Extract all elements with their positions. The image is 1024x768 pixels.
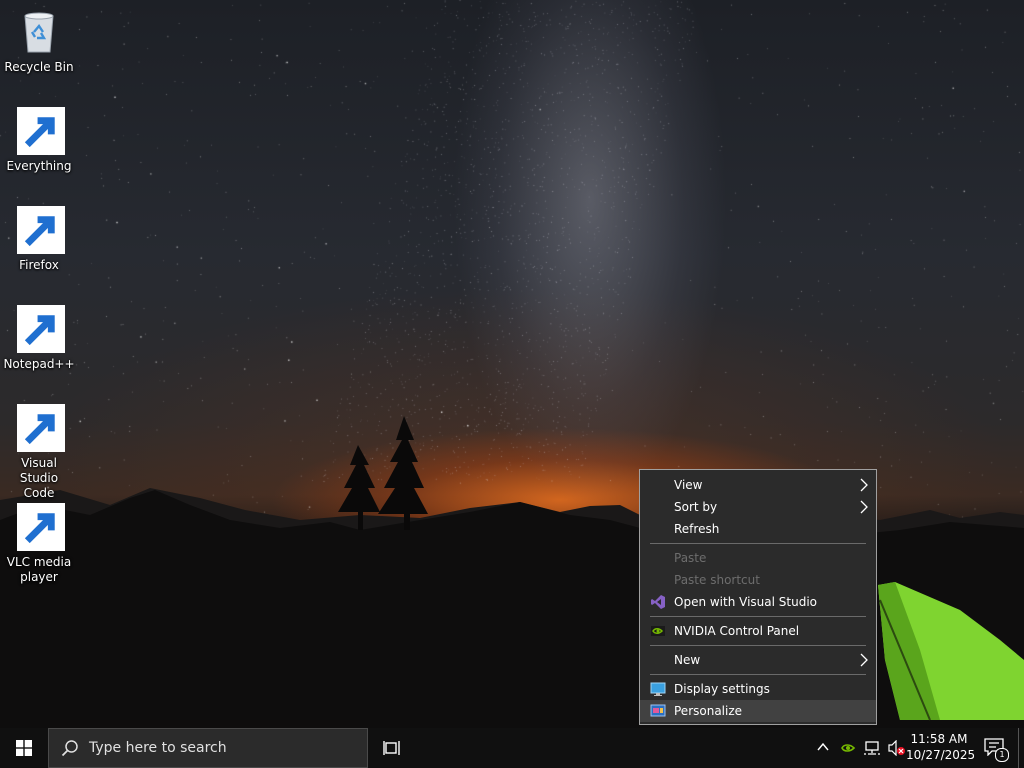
menu-item-label: Sort by — [674, 500, 718, 514]
recycle-bin-icon — [24, 12, 54, 53]
shortcut-arrow-icon — [17, 206, 65, 254]
desktop[interactable]: Recycle Bin Everything Firefox Notepad++… — [0, 0, 1024, 728]
menu-separator — [650, 674, 866, 675]
desktop-icon-firefox[interactable]: Firefox — [2, 206, 76, 273]
desktop-icon-recycle-bin[interactable]: Recycle Bin — [2, 8, 76, 75]
shortcut-arrow-icon — [17, 305, 65, 353]
desktop-icon-label: Notepad++ — [3, 357, 75, 371]
taskbar-clock[interactable]: 11:58 AM 10/27/2025 — [906, 728, 976, 768]
chevron-right-icon — [860, 653, 868, 667]
menu-separator — [650, 616, 866, 617]
menu-item-refresh[interactable]: Refresh — [640, 518, 876, 540]
menu-separator — [650, 543, 866, 544]
menu-item-new[interactable]: New — [640, 649, 876, 671]
menu-item-sort-by[interactable]: Sort by — [640, 496, 876, 518]
menu-item-label: Refresh — [674, 522, 720, 536]
clock-date: 10/27/2025 — [906, 748, 976, 762]
desktop-icon-label: VLC media player — [6, 555, 72, 584]
search-placeholder: Type here to search — [89, 740, 227, 756]
taskbar: Type here to search 11:58 AM 10/27/2025 … — [0, 728, 1024, 768]
windows-logo-icon — [16, 740, 32, 756]
shortcut-arrow-icon — [17, 503, 65, 551]
tray-network[interactable] — [860, 728, 884, 768]
desktop-icon-label: Visual Studio Code — [19, 456, 59, 500]
desktop-icon-label: Everything — [6, 159, 72, 173]
notification-count-badge: 1 — [995, 748, 1009, 762]
menu-item-label: Paste — [674, 551, 707, 565]
start-button[interactable] — [0, 728, 48, 768]
desktop-icon-label: Recycle Bin — [4, 60, 74, 74]
menu-item-paste[interactable]: Paste — [640, 547, 876, 569]
task-view-button[interactable] — [376, 728, 408, 768]
display-settings-icon — [650, 682, 666, 696]
menu-item-label: Paste shortcut — [674, 573, 760, 587]
chevron-right-icon — [860, 500, 868, 514]
shortcut-arrow-icon — [17, 404, 65, 452]
menu-item-label: View — [674, 478, 703, 492]
menu-item-view[interactable]: View — [640, 474, 876, 496]
desktop-icon-vscode[interactable]: Visual Studio Code — [2, 404, 76, 501]
menu-item-open-with-visual-studio[interactable]: Open with Visual Studio — [640, 591, 876, 613]
clock-time: 11:58 AM — [910, 732, 968, 746]
desktop-icon-everything[interactable]: Everything — [2, 107, 76, 174]
menu-item-label: NVIDIA Control Panel — [674, 624, 800, 638]
chevron-right-icon — [860, 478, 868, 492]
action-center-button[interactable]: 1 — [980, 728, 1009, 768]
show-desktop-button[interactable] — [1018, 728, 1024, 768]
desktop-context-menu: View Sort by Refresh Paste Paste shortcu… — [639, 469, 877, 725]
menu-item-label: Open with Visual Studio — [674, 595, 817, 609]
task-view-icon — [383, 741, 400, 755]
network-icon — [864, 741, 880, 755]
visual-studio-icon — [651, 595, 665, 609]
menu-item-personalize[interactable]: Personalize — [640, 700, 876, 722]
tray-volume[interactable] — [884, 728, 908, 768]
desktop-icon-label: Firefox — [19, 258, 59, 272]
menu-item-paste-shortcut[interactable]: Paste shortcut — [640, 569, 876, 591]
search-icon — [61, 740, 78, 757]
desktop-icon-vlc[interactable]: VLC media player — [2, 503, 76, 585]
menu-item-label: New — [674, 653, 701, 667]
menu-item-label: Display settings — [674, 682, 770, 696]
menu-item-label: Personalize — [674, 704, 743, 718]
nvidia-icon — [841, 744, 856, 752]
menu-item-nvidia-control-panel[interactable]: NVIDIA Control Panel — [640, 620, 876, 642]
tray-nvidia[interactable] — [836, 728, 860, 768]
menu-separator — [650, 645, 866, 646]
menu-item-display-settings[interactable]: Display settings — [640, 678, 876, 700]
desktop-icon-notepad-plus-plus[interactable]: Notepad++ — [2, 305, 76, 372]
personalize-icon — [650, 704, 666, 717]
chevron-up-icon — [817, 742, 829, 751]
shortcut-arrow-icon — [17, 107, 65, 155]
show-hidden-icons-button[interactable] — [812, 728, 836, 768]
taskbar-search-box[interactable]: Type here to search — [48, 728, 368, 768]
nvidia-icon — [651, 626, 665, 636]
volume-muted-icon — [888, 740, 905, 756]
